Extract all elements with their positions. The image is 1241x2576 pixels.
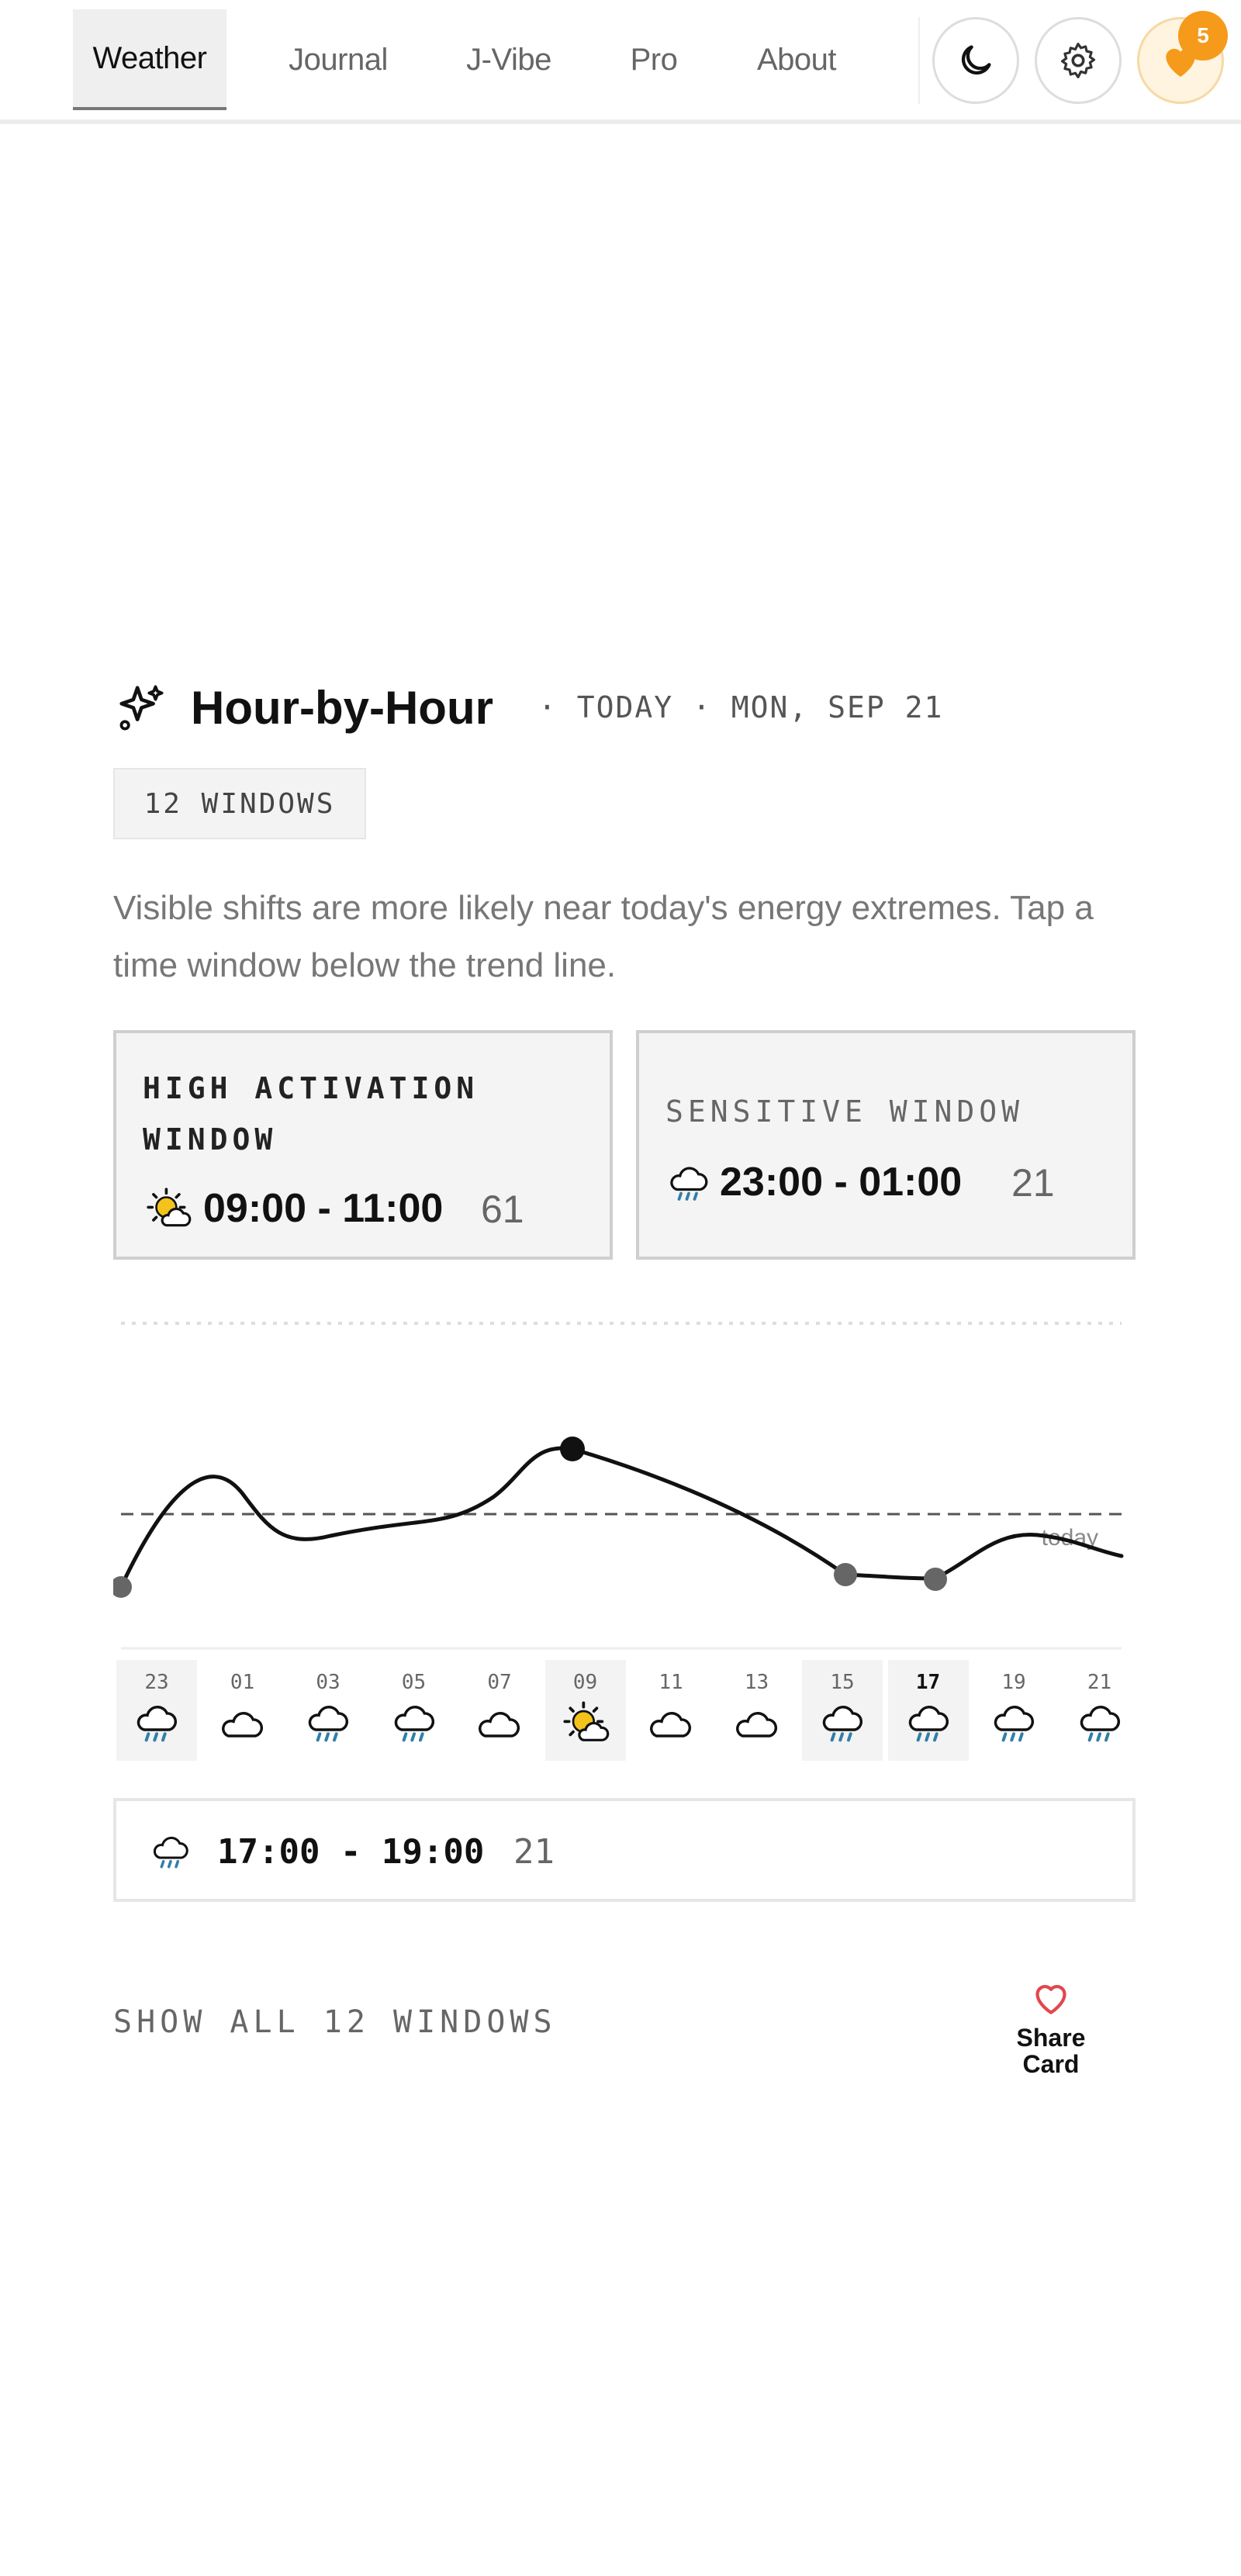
hour-window-19[interactable]: 19 xyxy=(973,1660,1054,1761)
heart-outline-icon xyxy=(1035,1985,1066,2014)
hour-window-23[interactable]: 23 xyxy=(116,1660,197,1761)
hour-window-03[interactable]: 03 xyxy=(288,1660,368,1761)
nav-divider xyxy=(918,17,920,104)
hour-label: 23 xyxy=(144,1671,169,1694)
tab-about[interactable]: About xyxy=(738,9,855,110)
chart-point-09[interactable] xyxy=(560,1437,585,1461)
card-time: 23:00 - 01:00 xyxy=(720,1160,963,1205)
hour-label: 09 xyxy=(572,1671,598,1694)
settings-button[interactable] xyxy=(1035,17,1122,104)
hour-label: 05 xyxy=(401,1671,427,1694)
card-time: 09:00 - 11:00 xyxy=(203,1186,444,1231)
hour-label: 15 xyxy=(830,1671,855,1694)
chart-point-17[interactable] xyxy=(924,1568,947,1591)
hour-label: 19 xyxy=(1001,1671,1026,1694)
card-score: 61 xyxy=(481,1188,524,1231)
hour-label: 21 xyxy=(1087,1671,1112,1694)
favorites-count-badge: 5 xyxy=(1178,11,1228,61)
selected-window-time: 17:00 - 19:00 xyxy=(217,1832,485,1872)
hour-label: 17 xyxy=(915,1671,941,1694)
sun-cloud-icon xyxy=(147,1188,192,1227)
moon-icon xyxy=(961,45,991,75)
sensitive-window-card[interactable]: SENSITIVE WINDOW 23:00 - 01:00 21 xyxy=(636,1030,1136,1260)
energy-trend-chart: today xyxy=(113,1322,1124,1650)
rain-cloud-icon xyxy=(822,1706,862,1742)
gear-icon xyxy=(1060,43,1096,78)
theme-toggle-button[interactable] xyxy=(932,17,1019,104)
card-title: SENSITIVE WINDOW xyxy=(665,1094,1025,1129)
selected-window-score: 21 xyxy=(513,1832,555,1872)
rain-cloud-icon xyxy=(994,1706,1034,1742)
show-all-windows-link[interactable]: SHOW ALL 12 WINDOWS xyxy=(113,2004,557,2040)
rain-cloud-icon xyxy=(908,1706,949,1742)
cloud-icon xyxy=(650,1712,691,1738)
hour-label: 13 xyxy=(744,1671,769,1694)
sparkle-icon xyxy=(119,685,164,731)
section-title: Hour-by-Hour xyxy=(191,682,493,734)
card-title: HIGH ACTIVATION WINDOW xyxy=(143,1071,479,1157)
rain-cloud-icon xyxy=(1080,1706,1120,1742)
hour-label: 11 xyxy=(659,1671,683,1694)
cloud-icon xyxy=(735,1712,777,1738)
sun-cloud-icon xyxy=(562,1701,609,1741)
selected-window-panel: 17:00 - 19:00 21 xyxy=(113,1798,1136,1902)
high-activation-card[interactable]: HIGH ACTIVATION WINDOW 09:00 - 11:00 61 xyxy=(113,1030,613,1260)
cloud-icon xyxy=(221,1712,263,1738)
tab-j-vibe[interactable]: J-Vibe xyxy=(445,9,572,110)
share-card-label: Share Card xyxy=(1016,2024,1086,2078)
hour-label: 01 xyxy=(230,1671,255,1694)
rain-cloud-icon xyxy=(670,1167,708,1201)
tab-pro[interactable]: Pro xyxy=(613,9,695,110)
tab-journal[interactable]: Journal xyxy=(273,9,403,110)
hour-window-05[interactable]: 05 xyxy=(374,1660,455,1761)
chart-point-15[interactable] xyxy=(834,1563,857,1586)
hour-window-15[interactable]: 15 xyxy=(802,1660,883,1761)
hour-label: 03 xyxy=(316,1671,340,1694)
hour-window-21[interactable]: 21 xyxy=(1060,1660,1140,1761)
chart-point-23[interactable] xyxy=(113,1576,132,1598)
trend-line xyxy=(119,1446,1124,1589)
hour-window-09[interactable]: 09 xyxy=(544,1660,626,1761)
windows-count-badge: 12 WINDOWS xyxy=(113,768,366,839)
hour-window-17[interactable]: 17 xyxy=(887,1660,969,1761)
hour-label: 07 xyxy=(487,1671,512,1694)
hour-window-01[interactable]: 01 xyxy=(202,1660,283,1761)
rain-cloud-icon xyxy=(394,1706,434,1742)
top-nav: Weather Journal J-Vibe Pro About 5 xyxy=(0,0,1241,124)
card-score: 21 xyxy=(1011,1161,1055,1205)
section-description: Visible shifts are more likely near toda… xyxy=(113,889,1094,984)
rain-cloud-icon xyxy=(137,1706,177,1742)
tab-weather[interactable]: Weather xyxy=(73,9,226,110)
date-subtitle: · TODAY · MON, SEP 21 xyxy=(538,690,944,724)
hour-window-13[interactable]: 13 xyxy=(717,1660,797,1761)
rain-cloud-icon xyxy=(153,1836,188,1869)
share-card-button[interactable]: Share Card xyxy=(1001,1976,1101,2077)
rain-cloud-icon xyxy=(308,1706,348,1742)
hour-window-07[interactable]: 07 xyxy=(459,1660,540,1761)
hour-window-11[interactable]: 11 xyxy=(631,1660,711,1761)
cloud-icon xyxy=(479,1712,520,1738)
